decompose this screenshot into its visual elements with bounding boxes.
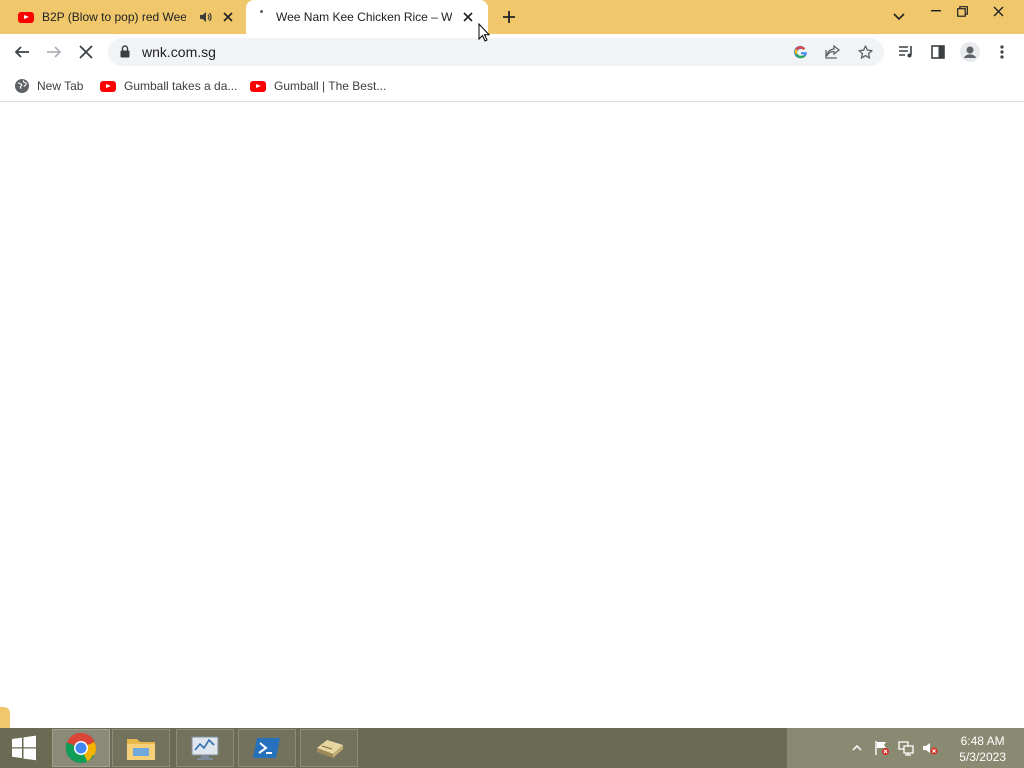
bookmark-new-tab[interactable]: New Tab bbox=[15, 76, 83, 96]
monitor-chart-icon bbox=[191, 736, 219, 760]
bookmarks-bar: New Tab Gumball takes a da... Gumball | … bbox=[0, 70, 1024, 102]
bookmark-label: Gumball | The Best... bbox=[274, 79, 387, 93]
globe-icon bbox=[15, 79, 29, 93]
profile-avatar-icon[interactable] bbox=[958, 40, 982, 64]
speaker-icon[interactable] bbox=[198, 10, 212, 24]
share-icon[interactable] bbox=[824, 43, 842, 61]
youtube-icon bbox=[250, 80, 266, 92]
tab-b2p[interactable]: B2P (Blow to pop) red Wee Nam Kee bbox=[8, 0, 246, 34]
loading-icon bbox=[260, 10, 263, 13]
tab-title: Wee Nam Kee Chicken Rice – Wee Nam Kee bbox=[276, 10, 452, 24]
side-panel-icon[interactable] bbox=[926, 40, 950, 64]
clock[interactable]: 6:48 AM 5/3/2023 bbox=[959, 733, 1006, 765]
bookmark-label: Gumball takes a da... bbox=[124, 79, 238, 93]
bookmark-gumball-2[interactable]: Gumball | The Best... bbox=[250, 76, 386, 96]
tab-strip: B2P (Blow to pop) red Wee Nam Kee Wee Na… bbox=[0, 0, 1024, 34]
taskbar-file-explorer[interactable] bbox=[112, 729, 170, 767]
system-tray: 6:48 AM 5/3/2023 bbox=[787, 728, 1024, 768]
back-button[interactable] bbox=[10, 40, 34, 64]
network-icon[interactable] bbox=[898, 740, 914, 756]
new-tab-button[interactable] bbox=[498, 6, 520, 28]
drive-icon bbox=[317, 740, 343, 758]
stop-loading-button[interactable] bbox=[74, 40, 98, 64]
show-hidden-icons-icon[interactable] bbox=[849, 740, 865, 756]
start-button[interactable] bbox=[0, 728, 48, 768]
clock-time: 6:48 AM bbox=[960, 734, 1005, 748]
taskbar-drive-manager[interactable] bbox=[300, 729, 358, 767]
address-bar[interactable]: wnk.com.sg bbox=[108, 38, 884, 66]
tab-wee-nam-kee[interactable]: Wee Nam Kee Chicken Rice – Wee Nam Kee bbox=[246, 0, 488, 34]
menu-kebab-icon[interactable] bbox=[990, 40, 1014, 64]
youtube-icon bbox=[18, 11, 34, 23]
google-lens-icon[interactable] bbox=[792, 43, 810, 61]
restore-button[interactable] bbox=[945, 0, 979, 22]
taskbar-chrome[interactable] bbox=[52, 729, 110, 767]
close-window-button[interactable] bbox=[981, 0, 1015, 22]
powershell-icon bbox=[253, 738, 280, 758]
youtube-icon bbox=[100, 80, 116, 92]
windows-logo-icon bbox=[12, 735, 36, 761]
url-text[interactable]: wnk.com.sg bbox=[142, 44, 216, 60]
bookmark-star-icon[interactable] bbox=[856, 43, 874, 61]
taskbar-powershell[interactable] bbox=[238, 729, 296, 767]
folder-icon bbox=[127, 739, 155, 760]
browser-toolbar: wnk.com.sg bbox=[0, 34, 1024, 70]
lock-icon[interactable] bbox=[120, 45, 130, 63]
close-tab-icon[interactable] bbox=[220, 9, 236, 25]
page-edge bbox=[0, 707, 10, 728]
volume-muted-icon[interactable] bbox=[922, 740, 938, 756]
bookmark-gumball-1[interactable]: Gumball takes a da... bbox=[100, 76, 237, 96]
taskbar-performance-monitor[interactable] bbox=[176, 729, 234, 767]
taskbar: 6:48 AM 5/3/2023 bbox=[0, 728, 1024, 768]
clock-date: 5/3/2023 bbox=[959, 750, 1006, 764]
tab-search-icon[interactable] bbox=[882, 6, 916, 28]
action-center-flag-icon[interactable] bbox=[874, 740, 890, 756]
mouse-cursor-icon bbox=[478, 22, 491, 47]
forward-button[interactable] bbox=[42, 40, 66, 64]
bookmark-label: New Tab bbox=[37, 79, 84, 93]
close-tab-icon[interactable] bbox=[460, 9, 476, 25]
chrome-icon bbox=[65, 733, 96, 763]
tab-title: B2P (Blow to pop) red Wee Nam Kee bbox=[42, 10, 186, 24]
page-content bbox=[0, 103, 1024, 728]
media-controls-icon[interactable] bbox=[894, 40, 918, 64]
